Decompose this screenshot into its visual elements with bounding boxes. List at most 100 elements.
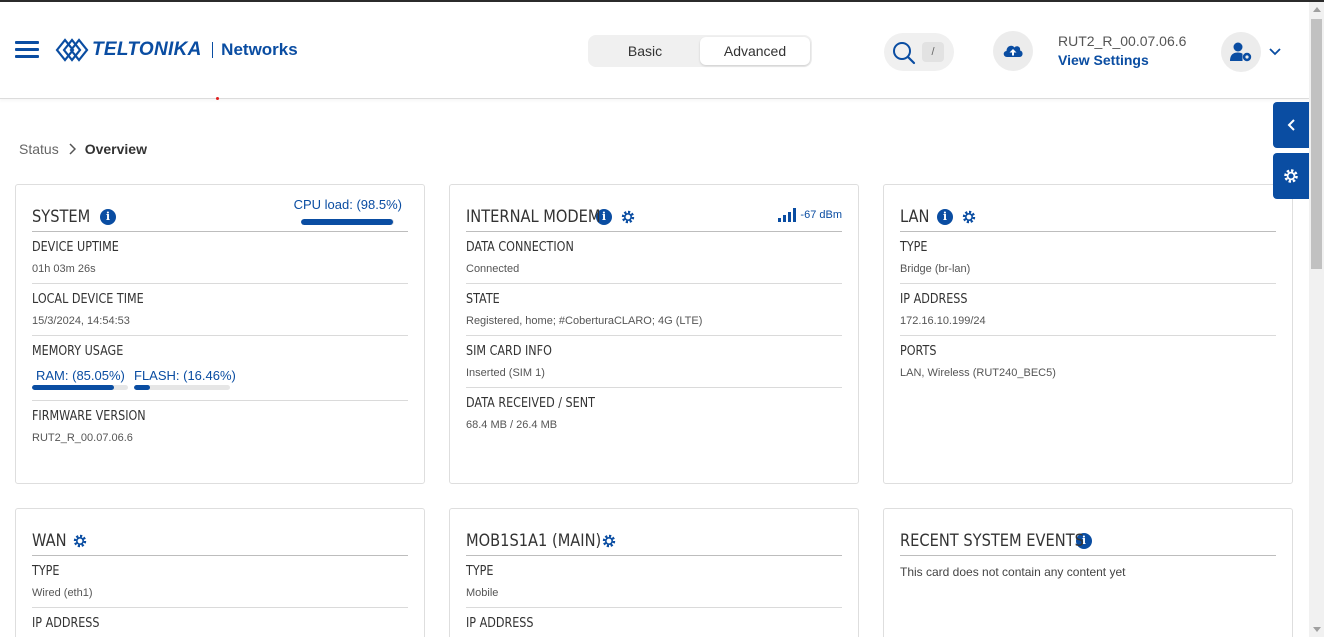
lan-type-field: TYPE Bridge (br-lan): [900, 232, 1276, 284]
field-value: Inserted (SIM 1): [466, 367, 545, 379]
page-scrollbar[interactable]: [1309, 2, 1324, 637]
cpu-load-label: CPU load: (98.5%): [293, 197, 402, 212]
scroll-down-arrow-icon[interactable]: [1309, 622, 1324, 637]
field-label: IP ADDRESS: [466, 616, 534, 631]
user-menu-button[interactable]: [1221, 32, 1261, 72]
recent-system-events-card: RECENT SYSTEM EVENTS i This card does no…: [883, 508, 1293, 637]
field-label: DATA RECEIVED / SENT: [466, 396, 595, 411]
ram-usage-bar: [32, 385, 128, 390]
logo-product: Networks: [221, 40, 298, 59]
chevron-right-icon: [68, 143, 76, 155]
ram-usage-label: RAM: (85.05%): [36, 368, 125, 383]
field-label: TYPE: [32, 564, 60, 579]
field-label: TYPE: [466, 564, 494, 579]
signal-bars-icon: [778, 208, 797, 222]
cpu-load-bar: [301, 219, 394, 225]
logo-text: TELTONIKA: [92, 39, 202, 60]
cloud-upload-icon: [1003, 45, 1023, 57]
device-uptime-field: DEVICE UPTIME 01h 03m 26s: [32, 232, 408, 284]
logo-mark-icon: [55, 38, 89, 62]
mode-advanced-button[interactable]: Advanced: [700, 37, 810, 65]
chevron-down-icon[interactable]: [1268, 44, 1282, 62]
flash-usage: FLASH: (16.46%): [134, 368, 236, 390]
field-value: Mobile: [466, 587, 499, 599]
field-label: IP ADDRESS: [32, 616, 100, 631]
mode-basic-button[interactable]: Basic: [590, 37, 700, 65]
empty-card-message: This card does not contain any content y…: [900, 565, 1126, 579]
scroll-up-arrow-icon[interactable]: [1309, 2, 1324, 17]
search-button[interactable]: /: [884, 33, 954, 71]
search-icon: [893, 42, 916, 65]
data-received-sent-field: DATA RECEIVED / SENT 68.4 MB / 26.4 MB: [466, 388, 842, 440]
field-label: LOCAL DEVICE TIME: [32, 292, 144, 307]
field-label: PORTS: [900, 344, 937, 359]
field-value: 68.4 MB / 26.4 MB: [466, 419, 558, 431]
view-settings-link[interactable]: View Settings: [1058, 52, 1149, 68]
cloud-upload-button[interactable]: [993, 31, 1033, 71]
signal-strength: -67 dBm: [778, 208, 842, 222]
menu-icon[interactable]: [15, 41, 39, 59]
modem-card-title: INTERNAL MODEM: [466, 206, 601, 227]
ram-usage: RAM: (85.05%): [32, 368, 128, 390]
logo-separator: [211, 42, 214, 58]
field-label: SIM CARD INFO: [466, 344, 552, 359]
chevron-left-icon: [1287, 119, 1295, 131]
field-label: MEMORY USAGE: [32, 344, 124, 359]
field-label: DEVICE UPTIME: [32, 240, 119, 255]
field-value: Bridge (br-lan): [900, 263, 971, 275]
gear-icon[interactable]: [72, 533, 88, 549]
field-value: Registered, home; #CoberturaCLARO; 4G (L…: [466, 315, 703, 327]
scrollbar-thumb[interactable]: [1311, 19, 1322, 269]
gear-icon[interactable]: [961, 209, 977, 225]
state-field: STATE Registered, home; #CoberturaCLARO;…: [466, 284, 842, 336]
field-value: Connected: [466, 263, 520, 275]
lan-ports-field: PORTS LAN, Wireless (RUT240_BEC5): [900, 336, 1276, 388]
wan-card-title: WAN: [32, 530, 67, 551]
info-icon[interactable]: i: [937, 208, 953, 225]
breadcrumb-status-link[interactable]: Status: [19, 141, 59, 157]
user-settings-icon: [1230, 42, 1252, 62]
top-header: TELTONIKA Networks Basic Advanced / RUT2…: [0, 2, 1309, 99]
field-value: RUT2_R_00.07.06.6: [32, 432, 133, 444]
lan-card-title: LAN: [900, 206, 930, 227]
wan-type-field: TYPE Wired (eth1): [32, 556, 408, 608]
lan-ip-address-field: IP ADDRESS 172.16.10.199/24: [900, 284, 1276, 336]
field-value: 15/3/2024, 14:54:53: [32, 315, 130, 327]
breadcrumb: Status Overview: [19, 141, 147, 157]
field-label: STATE: [466, 292, 500, 307]
sim-card-info-field: SIM CARD INFO Inserted (SIM 1): [466, 336, 842, 388]
wan-card: WAN TYPE Wired (eth1) IP ADDRESS: [15, 508, 425, 637]
mobile-card-title: MOB1S1A1 (MAIN): [466, 530, 602, 551]
lan-card: LAN i TYPE Bridge (br-lan) IP ADDRESS 17…: [883, 184, 1293, 484]
field-value: Wired (eth1): [32, 587, 93, 599]
mobile-type-field: TYPE Mobile: [466, 556, 842, 608]
gear-icon[interactable]: [620, 209, 636, 225]
info-icon[interactable]: i: [100, 208, 116, 225]
collapse-panel-button[interactable]: [1273, 102, 1309, 148]
local-device-time-field: LOCAL DEVICE TIME 15/3/2024, 14:54:53: [32, 284, 408, 336]
wan-ip-address-field: IP ADDRESS: [32, 608, 408, 637]
field-label: IP ADDRESS: [900, 292, 968, 307]
field-label: TYPE: [900, 240, 928, 255]
memory-usage-field: MEMORY USAGE RAM: (85.05%) FLASH: (16.46…: [32, 336, 408, 401]
internal-modem-card: INTERNAL MODEM i -67 dBm DATA CONNECTION…: [449, 184, 859, 484]
mobile-interface-card: MOB1S1A1 (MAIN) TYPE Mobile IP ADDRESS: [449, 508, 859, 637]
teltonika-logo[interactable]: TELTONIKA Networks: [55, 36, 298, 64]
system-card-title: SYSTEM: [32, 206, 91, 227]
field-label: FIRMWARE VERSION: [32, 409, 146, 424]
system-card: SYSTEM i CPU load: (98.5%) DEVICE UPTIME…: [15, 184, 425, 484]
field-value: 172.16.10.199/24: [900, 315, 986, 327]
field-value: LAN, Wireless (RUT240_BEC5): [900, 367, 1056, 379]
firmware-version-field: FIRMWARE VERSION RUT2_R_00.07.06.6: [32, 401, 408, 453]
search-shortcut-key: /: [922, 42, 944, 62]
page-settings-button[interactable]: [1273, 153, 1309, 199]
events-card-title: RECENT SYSTEM EVENTS: [900, 530, 1084, 551]
flash-usage-bar: [134, 385, 230, 390]
signal-dbm: -67 dBm: [800, 209, 842, 221]
mobile-ip-address-field: IP ADDRESS: [466, 608, 842, 637]
gear-icon[interactable]: [601, 533, 617, 549]
firmware-version-text: RUT2_R_00.07.06.6: [1058, 33, 1187, 49]
field-label: DATA CONNECTION: [466, 240, 574, 255]
gear-icon: [1284, 169, 1298, 183]
breadcrumb-current: Overview: [84, 141, 147, 157]
